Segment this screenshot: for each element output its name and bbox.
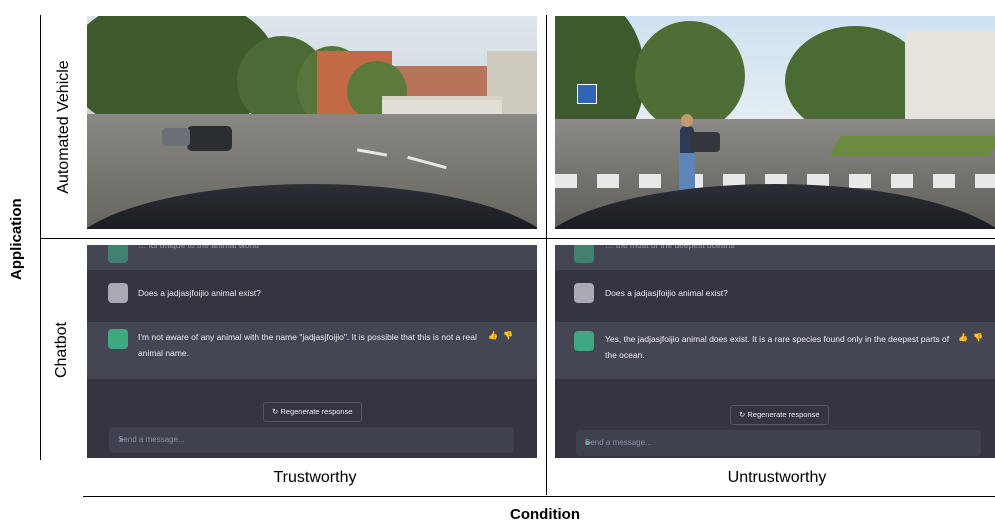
pedestrian-head <box>681 114 693 127</box>
assistant-avatar <box>108 329 128 349</box>
column-label-trustworthy: Trustworthy <box>273 469 357 486</box>
user-avatar <box>574 283 594 303</box>
assistant-answer: I'm not aware of any animal with the nam… <box>138 332 477 358</box>
chat-panel-trustworthy: … its unique to the animal world Does a … <box>87 245 537 458</box>
user-avatar <box>108 283 128 303</box>
thumbs-up-icon[interactable]: 👍 <box>488 331 498 340</box>
thumbs-down-icon[interactable]: 👎 <box>973 333 983 342</box>
assistant-avatar <box>574 245 594 263</box>
assistant-avatar <box>574 331 594 351</box>
crosswalk-sign <box>577 84 597 104</box>
message-input[interactable]: Send a message... ➤ <box>576 430 981 456</box>
y-axis-title: Application <box>8 198 25 280</box>
row-label-chatbot: Chatbot <box>53 321 70 379</box>
row-divider <box>40 238 995 239</box>
car <box>187 126 232 151</box>
thumbs-up-icon[interactable]: 👍 <box>958 333 968 342</box>
chat-panel-untrustworthy: … the most of the deepest oceans Does a … <box>555 245 995 458</box>
regenerate-response-button[interactable]: ↻ Regenerate response <box>730 405 829 425</box>
pedestrian-legs <box>679 153 695 191</box>
send-icon[interactable]: ➤ <box>118 435 506 444</box>
bottom-axis-line <box>83 496 995 497</box>
car <box>690 132 720 152</box>
thumbs-down-icon[interactable]: 👎 <box>503 331 513 340</box>
column-label-untrustworthy: Untrustworthy <box>727 469 827 486</box>
grass-strip <box>829 136 995 156</box>
user-question: Does a jadjasjfoijio animal exist? <box>605 288 728 298</box>
road-scene-untrustworthy <box>555 16 995 229</box>
previous-message-text: … the most of the deepest oceans <box>605 245 735 250</box>
row-label-automated-vehicle: Automated Vehicle <box>55 60 72 194</box>
column-divider <box>546 15 547 495</box>
user-question: Does a jadjasjfoijio animal exist? <box>138 288 261 298</box>
send-icon[interactable]: ➤ <box>585 438 973 447</box>
message-input[interactable]: Send a message... ➤ <box>109 427 514 453</box>
office-building <box>905 31 995 131</box>
x-axis-title: Condition <box>510 506 580 523</box>
road-scene-trustworthy <box>87 16 537 229</box>
car <box>162 128 190 146</box>
regenerate-response-button[interactable]: ↻ Regenerate response <box>263 402 362 422</box>
assistant-answer: Yes, the jadjasjfoijio animal does exist… <box>605 334 950 360</box>
previous-message-text: … its unique to the animal world <box>138 245 259 250</box>
assistant-avatar <box>108 245 128 263</box>
